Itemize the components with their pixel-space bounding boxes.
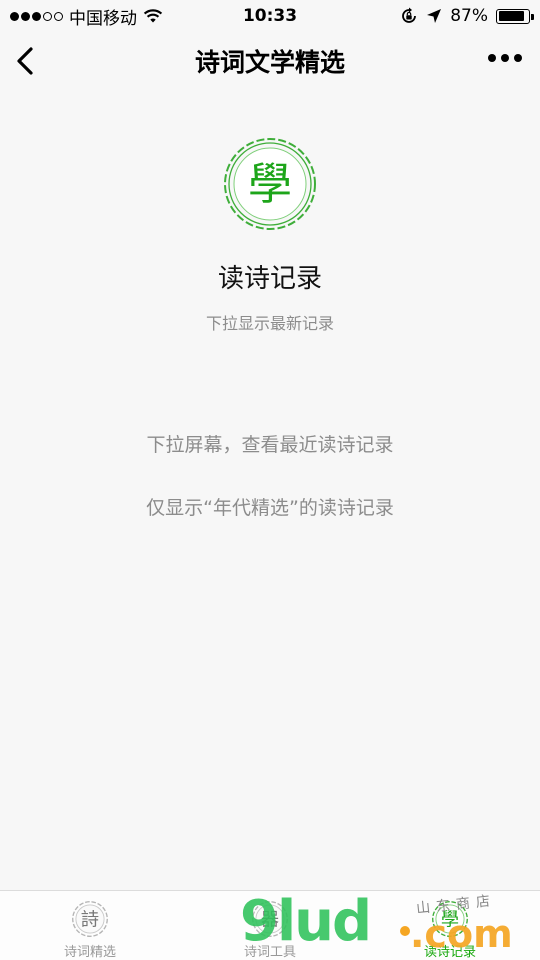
signal-dot: [21, 11, 30, 21]
tab-label: 诗词精选: [63, 945, 116, 960]
tab-poetry-tools[interactable]: 器 诗词工具: [180, 891, 360, 960]
signal-dot: [43, 11, 52, 21]
battery-level: [498, 11, 524, 21]
location-arrow-icon: [427, 9, 442, 23]
rotation-lock-icon: [402, 7, 417, 23]
carrier-name: 中国移动: [69, 8, 137, 29]
tools-seal-icon: 器: [252, 901, 288, 937]
tab-label: 读诗记录: [423, 945, 476, 960]
tab-reading-records[interactable]: 學 读诗记录: [360, 891, 540, 960]
tab-poetry-selection[interactable]: 詩 诗词精选: [0, 891, 180, 960]
ellipsis-icon[interactable]: [488, 54, 522, 62]
study-seal-icon: 學: [432, 901, 468, 937]
battery-percent: 87%: [450, 6, 488, 26]
signal-dot: [32, 11, 41, 21]
record-subtitle: 下拉显示最新记录: [205, 314, 334, 333]
status-right: 87%: [400, 6, 534, 26]
signal-dot: [54, 11, 63, 21]
status-left: 中国移动: [10, 4, 163, 29]
battery-icon: [496, 8, 534, 24]
seal-character: 學: [248, 159, 292, 210]
signal-dot: [10, 11, 19, 21]
signal-strength-icon: [10, 11, 63, 21]
ellipsis-dot: [501, 54, 509, 62]
record-title: 读诗记录: [217, 264, 322, 294]
navigation-bar: 诗词文学精选: [0, 32, 540, 90]
page-title: 诗词文学精选: [194, 48, 345, 77]
wifi-icon: [143, 9, 163, 23]
status-bar: 中国移动 10:33 87%: [0, 0, 540, 32]
ellipsis-dot: [488, 54, 496, 62]
filter-hint: 仅显示“年代精选”的读诗记录: [146, 497, 394, 519]
chevron-left-icon[interactable]: [12, 44, 42, 78]
tab-icon-char: 學: [441, 909, 459, 930]
pull-down-hint: 下拉屏幕，查看最近读诗记录: [146, 434, 394, 456]
ellipsis-dot: [514, 54, 522, 62]
tab-icon-char: 器: [261, 909, 279, 930]
tab-label: 诗词工具: [243, 945, 296, 960]
tab-icon-char: 詩: [81, 909, 99, 930]
study-seal-icon: 學: [224, 138, 316, 230]
poem-seal-icon: 詩: [72, 901, 108, 937]
tab-bar: 詩 诗词精选 器 诗词工具 學 读诗记录: [0, 890, 540, 960]
